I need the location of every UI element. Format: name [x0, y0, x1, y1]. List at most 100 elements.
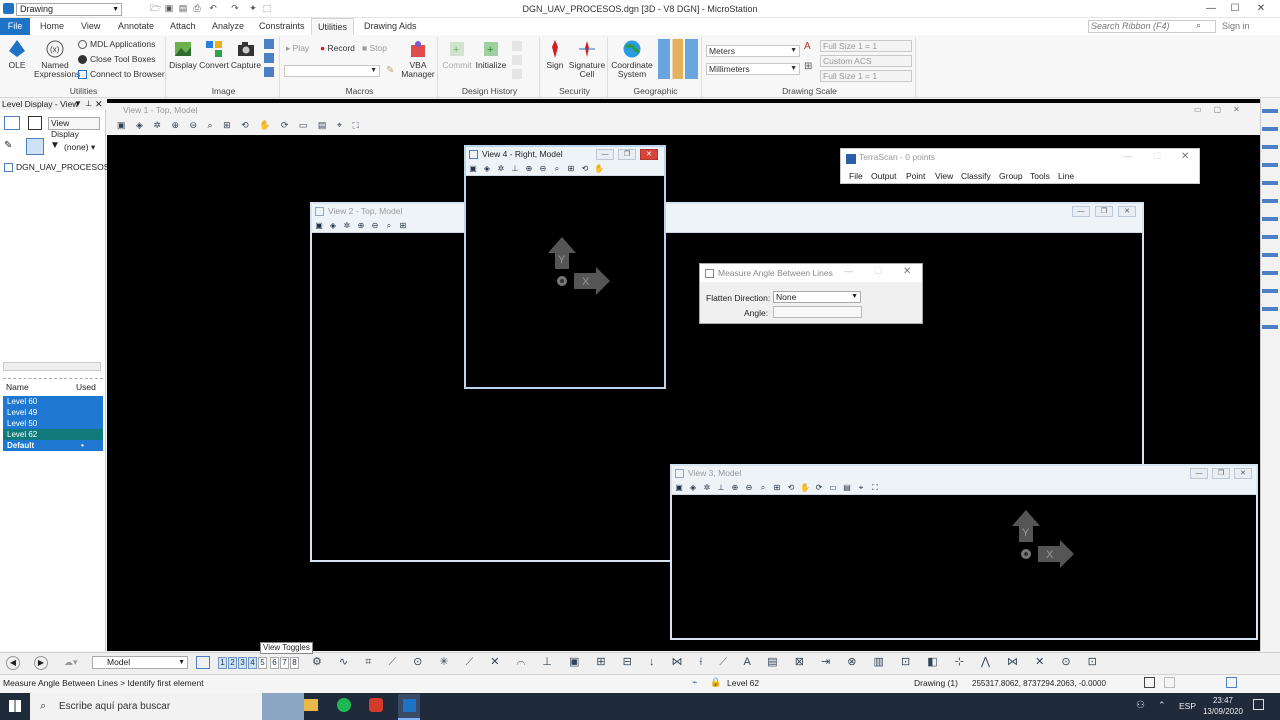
rotate-view-icon[interactable]: ⟲: [580, 164, 590, 174]
view-groups-icon[interactable]: [196, 656, 210, 669]
model-select[interactable]: Model ▼: [92, 656, 188, 669]
view-toggle-1[interactable]: 1: [218, 657, 227, 669]
forward-icon[interactable]: ▶: [34, 656, 48, 670]
close-button[interactable]: ✕: [1250, 0, 1272, 18]
search-icon[interactable]: ⌕: [1196, 20, 1201, 31]
view-toggle-8[interactable]: 8: [290, 657, 299, 669]
image-tool-icon[interactable]: [264, 53, 274, 63]
zoom-in-icon[interactable]: ⊕: [730, 483, 740, 493]
save-status-icon[interactable]: [1144, 677, 1155, 688]
view-3-toolbar[interactable]: ▣ ◈ ✲ ⊥ ⊕ ⊖ ⌕ ⊞ ⟲ ✋ ⟳ ▭ ▤ ⌖ ⛶: [672, 481, 1256, 495]
walk-icon[interactable]: ⟳: [814, 483, 824, 493]
status-model[interactable]: Drawing (1): [914, 674, 958, 693]
signature-cell-button[interactable]: Signature Cell: [568, 39, 606, 79]
mdl-applications-button[interactable]: MDL Applications: [78, 37, 155, 51]
view-1-toolbar[interactable]: ▣ ◈ ✲ ⊕ ⊖ ⌕ ⊞ ⟲ ✋ ⟳ ▭ ▤ ⌖ ⛶: [117, 120, 363, 131]
menu-group[interactable]: Group: [999, 171, 1023, 181]
panel-menu-icon[interactable]: ▼: [74, 99, 82, 108]
view-3-restore[interactable]: ❐: [1212, 468, 1230, 479]
people-icon[interactable]: ⚇: [1136, 700, 1145, 711]
master-units-select[interactable]: Meters ▼: [706, 45, 800, 57]
edit-pencil-icon[interactable]: ✎: [386, 65, 394, 76]
filter-icon[interactable]: ▼: [50, 140, 60, 151]
select-tool-icon[interactable]: ✎: [4, 140, 12, 151]
tab-drawing-aids[interactable]: Drawing Aids: [358, 18, 423, 35]
view-attributes-icon[interactable]: ▣: [674, 483, 684, 493]
microstation-taskbar-button[interactable]: [398, 694, 420, 720]
rotate-view-icon[interactable]: ⟲: [786, 483, 796, 493]
snap-icon[interactable]: ⌁: [692, 677, 697, 688]
commit-button[interactable]: + Commit: [440, 39, 474, 70]
view-2-close[interactable]: ✕: [1118, 206, 1136, 217]
dialog-close[interactable]: ✕: [903, 266, 911, 277]
scale-select[interactable]: Full Size 1 = 1: [820, 40, 912, 52]
view-2-toolbar[interactable]: ▣ ◈ ✲ ⊕ ⊖ ⌕ ⊞: [312, 219, 1142, 233]
tree-view-icon[interactable]: [26, 138, 44, 155]
annotation-scale-icon[interactable]: A: [804, 41, 811, 52]
view-toggle-5[interactable]: 5: [258, 657, 267, 669]
lock-icon[interactable]: 🔒: [710, 677, 721, 688]
print-status-icon[interactable]: [1164, 677, 1175, 688]
cloud-icon[interactable]: ☁▾: [64, 657, 78, 668]
fit-view-icon[interactable]: ⊞: [566, 164, 576, 174]
terrascan-maximize[interactable]: ☐: [1153, 151, 1161, 162]
windows-start-icon[interactable]: [9, 700, 21, 712]
tab-home[interactable]: Home: [34, 18, 70, 35]
zoom-in-icon[interactable]: ⊕: [524, 164, 534, 174]
tray-chevron-icon[interactable]: ⌃: [1158, 700, 1166, 711]
tab-attach[interactable]: Attach: [164, 18, 202, 35]
view-3-window[interactable]: View 3, Model ▣ ◈ ✲ ⊥ ⊕ ⊖ ⌕ ⊞ ⟲ ✋ ⟳ ▭ ▤ ⌖ ⛶ — ❐ ✕ Y X: [670, 464, 1258, 640]
pan-icon[interactable]: ✋: [800, 483, 810, 493]
ole-button[interactable]: OLE: [2, 39, 32, 70]
level-row[interactable]: Level 49: [3, 407, 103, 418]
tab-annotate[interactable]: Annotate: [112, 18, 160, 35]
geographic-tools-icon[interactable]: [658, 39, 698, 79]
view-3-minimize[interactable]: —: [1190, 468, 1208, 479]
image-tool-icon[interactable]: [264, 39, 274, 49]
taskbar-clock[interactable]: 23:47 13/09/2020: [1200, 695, 1246, 717]
view-4-close[interactable]: ✕: [640, 149, 658, 160]
lock-icon[interactable]: ⊞: [804, 61, 812, 72]
stop-button[interactable]: ■ Stop: [362, 41, 387, 55]
view-4-toolbar[interactable]: ▣ ◈ ✲ ⊥ ⊕ ⊖ ⌕ ⊞ ⟲ ✋: [466, 162, 664, 176]
view-toggle-7[interactable]: 7: [280, 657, 289, 669]
view-toggle-4[interactable]: 4: [248, 657, 257, 669]
terrascan-window[interactable]: TerraScan - 0 points — ☐ ✕ File Output P…: [840, 148, 1200, 184]
view-toggle-2[interactable]: 2: [228, 657, 237, 669]
display-style-icon[interactable]: ◈: [328, 221, 338, 231]
terrascan-close[interactable]: ✕: [1181, 151, 1189, 162]
view-display-button[interactable]: View Display: [48, 117, 100, 139]
fit-view-icon[interactable]: ⊞: [398, 221, 408, 231]
flatten-direction-select[interactable]: None ▼: [773, 291, 861, 303]
view-display-icon[interactable]: [28, 116, 42, 130]
named-expressions-button[interactable]: (x) Named Expressions: [34, 39, 80, 79]
file-explorer-icon[interactable]: [304, 699, 318, 711]
lighting-icon[interactable]: ✲: [496, 164, 506, 174]
tab-constraints[interactable]: Constraints: [253, 18, 311, 35]
close-icon[interactable]: ✕: [95, 99, 103, 110]
spotify-icon[interactable]: [337, 698, 351, 712]
tab-analyze[interactable]: Analyze: [206, 18, 250, 35]
notifications-icon[interactable]: [1253, 699, 1264, 710]
dialog-minimize[interactable]: —: [844, 266, 853, 276]
vba-manager-button[interactable]: VBA Manager: [400, 39, 436, 79]
view-3-close[interactable]: ✕: [1234, 468, 1252, 479]
tab-view[interactable]: View: [75, 18, 106, 35]
language-indicator[interactable]: ESP: [1179, 701, 1196, 711]
zoom-out-icon[interactable]: ⊖: [538, 164, 548, 174]
zoom-out-icon[interactable]: ⊖: [744, 483, 754, 493]
menu-view[interactable]: View: [935, 171, 953, 181]
menu-point[interactable]: Point: [906, 171, 925, 181]
view-toggle-6[interactable]: 6: [270, 657, 279, 669]
macro-select[interactable]: ▼: [284, 65, 380, 77]
cad-app-icon[interactable]: [369, 698, 383, 712]
maximize-button[interactable]: ☐: [1224, 0, 1246, 18]
level-manager-icon[interactable]: [4, 116, 20, 130]
back-icon[interactable]: ◀: [6, 656, 20, 670]
menu-file[interactable]: File: [849, 171, 863, 181]
acs-select[interactable]: Custom ACS: [820, 55, 912, 67]
window-area-icon[interactable]: ⌕: [758, 483, 768, 493]
display-style-icon[interactable]: ◈: [688, 483, 698, 493]
right-tool-icons[interactable]: [1262, 104, 1278, 334]
record-button[interactable]: ● Record: [320, 41, 355, 55]
